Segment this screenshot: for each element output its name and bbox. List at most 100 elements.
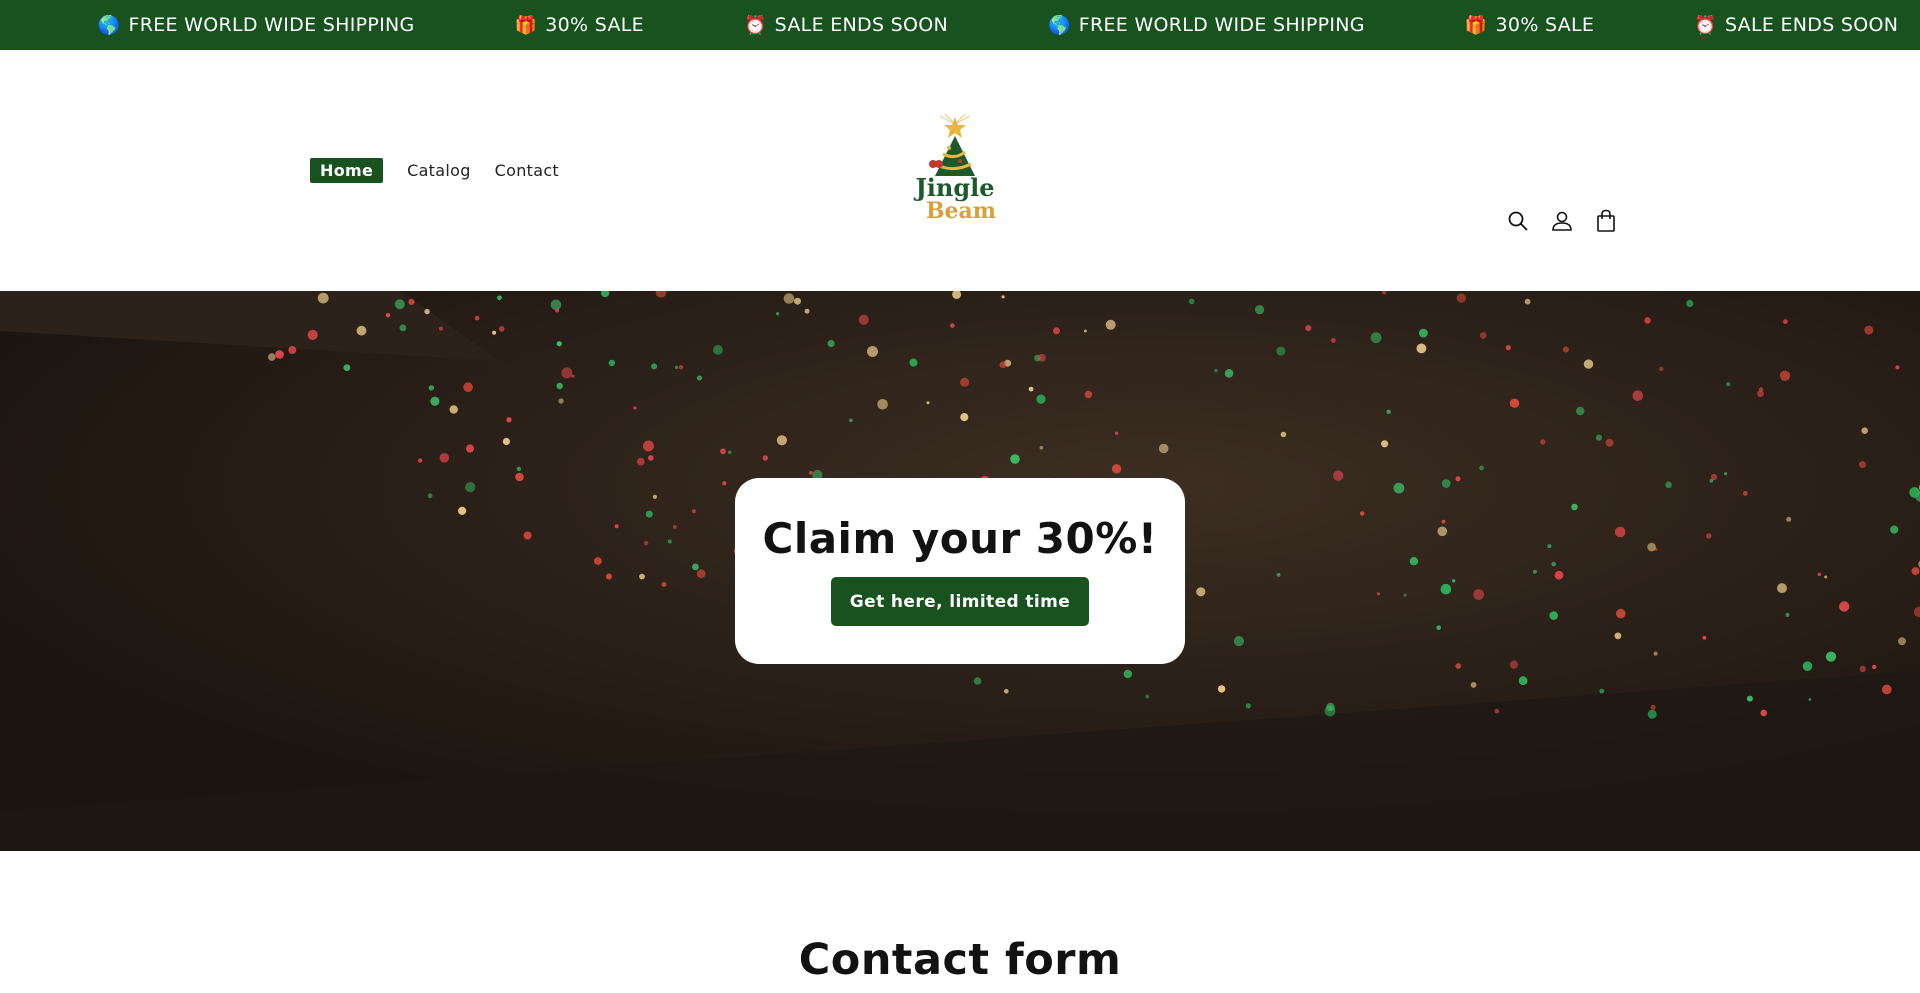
sparkle-light (652, 494, 658, 499)
sparkle-light (1861, 427, 1868, 434)
sparkle-light (1441, 479, 1451, 488)
sparkle-light (727, 450, 732, 455)
sparkle-light (1779, 370, 1791, 381)
sparkle-light (561, 367, 573, 379)
sparkle-light (1386, 409, 1391, 414)
sparkle-light (1686, 299, 1694, 308)
sparkle-light (439, 326, 443, 331)
sparkle-light (1452, 579, 1456, 583)
sparkle-light (1509, 398, 1520, 408)
sparkle-light (696, 569, 706, 579)
account-icon[interactable] (1540, 206, 1584, 236)
sparkle-light (1360, 511, 1365, 516)
sparkle-light (1038, 353, 1046, 362)
sparkle-light (474, 315, 480, 321)
sparkle-light (1455, 663, 1462, 669)
sparkle-light (1825, 651, 1837, 662)
sparkle-light (1757, 390, 1764, 397)
cart-icon[interactable] (1584, 206, 1628, 236)
sparkle-light (1509, 660, 1519, 669)
sparkle-light (1786, 516, 1792, 522)
sparkle-light (1859, 665, 1867, 673)
sparkle-light (1644, 317, 1651, 324)
sparkle-light (307, 329, 318, 340)
sparkle-light (1255, 305, 1265, 315)
nav-catalog[interactable]: Catalog (407, 158, 471, 183)
sparkle-light (502, 437, 510, 446)
sparkle-light (1785, 612, 1790, 617)
sparkle-light (1245, 703, 1251, 709)
sparkle-light (1742, 491, 1748, 496)
sparkle-light (827, 339, 835, 348)
alarm-clock-icon: ⏰ (1694, 14, 1717, 36)
sparkle-light (1224, 369, 1234, 378)
sparkle-light (516, 466, 522, 472)
sparkle-light (1702, 636, 1707, 640)
header-icons (1496, 206, 1628, 236)
sparkle-light (1381, 440, 1389, 448)
sparkle-light (465, 482, 476, 493)
sparkle-light (1726, 382, 1731, 387)
sparkle-light (1419, 328, 1428, 338)
sparkle-light (1595, 434, 1603, 441)
sparkle-light (1123, 669, 1133, 679)
sparkle-light (1403, 593, 1407, 597)
hero-banner: Claim your 30%! Get here, limited time (0, 291, 1920, 851)
sparkle-light (343, 364, 351, 372)
sparkle-light (1562, 346, 1569, 353)
hero-title: Claim your 30%! (762, 514, 1158, 563)
site-logo[interactable]: Jingle Beam (905, 113, 1005, 224)
sparkle-light (1217, 685, 1226, 693)
sparkle-light (909, 358, 918, 367)
sparkle-light (1331, 338, 1336, 343)
sparkle-light (672, 525, 677, 529)
announcement-text: SALE ENDS SOON (774, 14, 949, 36)
sparkle-light (1890, 525, 1899, 534)
sparkle-light (1455, 476, 1461, 482)
hero-cta-button[interactable]: Get here, limited time (831, 577, 1089, 626)
gift-icon: 🎁 (514, 14, 538, 36)
sparkle-light (1479, 332, 1487, 339)
sparkle-light (1010, 454, 1020, 464)
announcement-text: SALE ENDS SOON (1724, 14, 1899, 36)
sparkle-light (555, 308, 560, 313)
sparkle-light (1083, 329, 1087, 333)
sparkle-light (1909, 487, 1920, 498)
sparkle-light (1881, 684, 1892, 695)
sparkle-light (1808, 698, 1812, 701)
sparkle-light (1614, 526, 1626, 538)
sparkle-light (636, 457, 645, 466)
sparkle-light (1196, 587, 1206, 597)
sparkle-light (1001, 295, 1005, 299)
sparkle-light (1440, 583, 1452, 595)
sparkle-light (1802, 661, 1813, 671)
nav-home[interactable]: Home (310, 158, 384, 183)
sparkle-light (1647, 542, 1656, 552)
sparkle-light (645, 510, 653, 518)
sparkle-light (1659, 366, 1664, 372)
sparkle-light (458, 506, 467, 515)
sparkle-light (794, 297, 801, 305)
sparkle-light (691, 509, 696, 514)
sparkle-light (1214, 368, 1218, 373)
sparkle-light (661, 581, 667, 587)
sparkle-light (1665, 481, 1672, 489)
announcement-item: 🎁 30% SALE (1465, 14, 1594, 36)
sparkle-light (776, 435, 788, 446)
sparkle-light (1518, 676, 1528, 686)
sparkle-light (1911, 567, 1920, 576)
sparkle-light (1158, 443, 1169, 454)
nav-contact[interactable]: Contact (495, 158, 559, 183)
sparkle-light (1839, 601, 1850, 612)
announcement-item: 🌎 FREE WORLD WIDE SHIPPING (98, 14, 415, 36)
sparkle-light (1188, 298, 1195, 305)
sparkle-light (1276, 346, 1286, 356)
sparkle-light (463, 382, 473, 392)
sparkle-light (633, 406, 637, 410)
site-header: Home Catalog Contact Jingle Beam (0, 50, 1920, 291)
sparkle-light (594, 557, 602, 565)
search-icon[interactable] (1496, 206, 1540, 236)
sparkle-light (643, 540, 649, 546)
sparkle-light (1647, 709, 1657, 719)
svg-text:Beam: Beam (926, 198, 996, 224)
